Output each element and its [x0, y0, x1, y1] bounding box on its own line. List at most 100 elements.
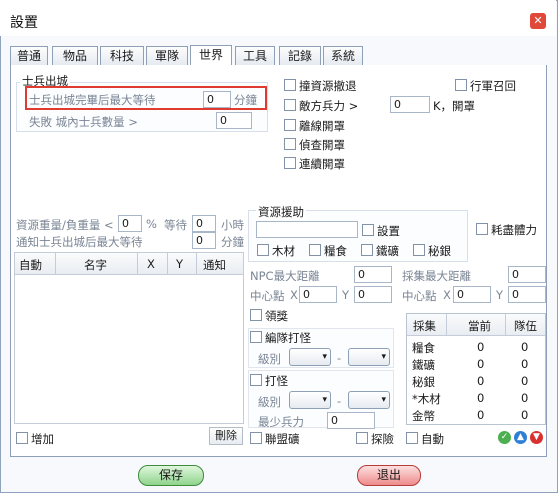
monster-dash: -	[337, 394, 342, 408]
team-monster-level-label: 級別	[258, 352, 281, 366]
gather-row-type: 鐵礦	[412, 358, 435, 372]
col-y[interactable]: Y	[176, 257, 183, 271]
silver-label: 秘銀	[428, 244, 451, 258]
col-notify[interactable]: 通知	[203, 257, 226, 273]
tab-tools[interactable]: 工具	[235, 46, 275, 66]
col-auto[interactable]: 自動	[19, 257, 42, 273]
team-monster-dash: -	[337, 351, 342, 365]
resource-aid-header: 資源援助	[256, 204, 306, 220]
gather-x-input[interactable]: 0	[453, 286, 491, 303]
explore-label: 探險	[371, 432, 394, 446]
offline-checkbox[interactable]	[284, 119, 296, 131]
npc-y-input[interactable]: 0	[354, 286, 392, 303]
iron-checkbox[interactable]	[361, 244, 373, 256]
monster-checkbox[interactable]	[250, 374, 262, 386]
hours-wait-input[interactable]: 0	[192, 215, 216, 232]
food-label: 糧食	[324, 244, 347, 258]
quit-button[interactable]: 退出	[357, 465, 421, 486]
delete-button[interactable]: 刪除	[209, 427, 243, 445]
scout-checkbox[interactable]	[284, 138, 296, 150]
add-label: 增加	[31, 432, 54, 446]
col-divider	[55, 253, 56, 275]
tab-log[interactable]: 記錄	[279, 46, 321, 66]
notify-unit: 分鐘	[221, 235, 244, 249]
consecutive-checkbox[interactable]	[284, 157, 296, 169]
npc-x-input[interactable]: 0	[299, 286, 337, 303]
npc-x-label: X	[290, 288, 298, 302]
npc-max-label: NPC最大距離	[250, 269, 320, 283]
monster-label: 打怪	[265, 374, 288, 388]
col-divider	[446, 314, 447, 336]
gather-row-type: 糧食	[412, 341, 435, 355]
check-icon[interactable]: ✓	[498, 431, 511, 444]
hours-unit: 小時	[221, 218, 244, 232]
gather-y-label: Y	[496, 288, 504, 302]
tab-system[interactable]: 系統	[323, 46, 363, 66]
npc-center-label: 中心點	[250, 289, 285, 303]
monster-level-label: 級別	[258, 395, 281, 409]
save-button[interactable]: 保存	[138, 465, 204, 486]
enemy-force-checkbox[interactable]	[284, 99, 296, 111]
tab-tech[interactable]: 科技	[100, 46, 144, 66]
col-name[interactable]: 名字	[84, 257, 107, 273]
tab-world[interactable]: 世界	[190, 45, 232, 66]
notify-input[interactable]: 0	[192, 232, 216, 249]
team-monster-label: 編隊打怪	[265, 331, 311, 345]
retreat-label: 撞資源撤退	[299, 79, 357, 93]
monster-level-to[interactable]: ▾	[348, 391, 390, 409]
col-x[interactable]: X	[147, 257, 155, 271]
gather-row-team: 0	[521, 374, 529, 388]
gather-row-current: 0	[477, 374, 485, 388]
team-monster-checkbox[interactable]	[250, 331, 262, 343]
npc-y-label: Y	[342, 288, 350, 302]
alliance-mine-checkbox[interactable]	[250, 432, 262, 444]
silver-checkbox[interactable]	[413, 244, 425, 256]
tab-items[interactable]: 物品	[52, 46, 98, 66]
aid-target-input[interactable]	[256, 221, 358, 238]
explore-checkbox[interactable]	[356, 432, 368, 444]
team-monster-level-to[interactable]: ▾	[348, 348, 390, 366]
tab-general[interactable]: 普通	[10, 46, 48, 66]
gather-row-team: 0	[521, 408, 529, 422]
auto-checkbox[interactable]	[406, 432, 418, 444]
aid-setting-label: 設置	[377, 224, 400, 238]
aid-setting-checkbox[interactable]	[362, 224, 374, 236]
gather-row-type: *木材	[412, 392, 441, 406]
retreat-checkbox[interactable]	[284, 79, 296, 91]
offline-label: 離線開罩	[299, 119, 345, 133]
scout-label: 偵查開罩	[299, 138, 345, 152]
gather-row-team: 0	[521, 391, 529, 405]
fail-input[interactable]: 0	[216, 112, 252, 129]
gather-x-label: X	[443, 288, 451, 302]
wood-checkbox[interactable]	[257, 244, 269, 256]
food-checkbox[interactable]	[309, 244, 321, 256]
gather-y-input[interactable]: 0	[508, 286, 546, 303]
arrow-down-icon[interactable]: ▼	[530, 431, 543, 444]
consecutive-label: 連續開罩	[299, 157, 345, 171]
exhaust-label: 耗盡體力	[491, 223, 537, 237]
arrow-up-icon[interactable]: ▲	[514, 431, 527, 444]
recall-checkbox[interactable]	[455, 79, 467, 91]
team-monster-level-from[interactable]: ▾	[289, 348, 331, 366]
col-divider	[167, 253, 168, 275]
min-force-input[interactable]: 0	[327, 412, 375, 429]
enemy-force-input[interactable]: 0	[390, 96, 430, 113]
resource-weight-input[interactable]: 0	[118, 215, 142, 232]
location-table	[14, 252, 244, 424]
exhaust-checkbox[interactable]	[476, 223, 488, 235]
enemy-force-label: 敵方兵力 >	[299, 99, 359, 113]
gather-col-team: 隊伍	[514, 319, 537, 333]
reward-checkbox[interactable]	[250, 309, 262, 321]
add-checkbox[interactable]	[16, 432, 28, 444]
min-force-label: 最少兵力	[258, 415, 304, 429]
auto-label: 自動	[421, 432, 444, 446]
col-divider	[196, 253, 197, 275]
close-icon[interactable]: ✕	[530, 13, 546, 29]
hours-wait-label: 等待	[164, 218, 187, 232]
npc-max-input[interactable]: 0	[354, 266, 392, 283]
gather-row-team: 0	[521, 357, 529, 371]
monster-level-from[interactable]: ▾	[289, 391, 331, 409]
tab-army[interactable]: 軍隊	[146, 46, 188, 66]
gather-max-input[interactable]: 0	[508, 266, 546, 283]
gather-max-label: 採集最大距離	[402, 269, 471, 283]
